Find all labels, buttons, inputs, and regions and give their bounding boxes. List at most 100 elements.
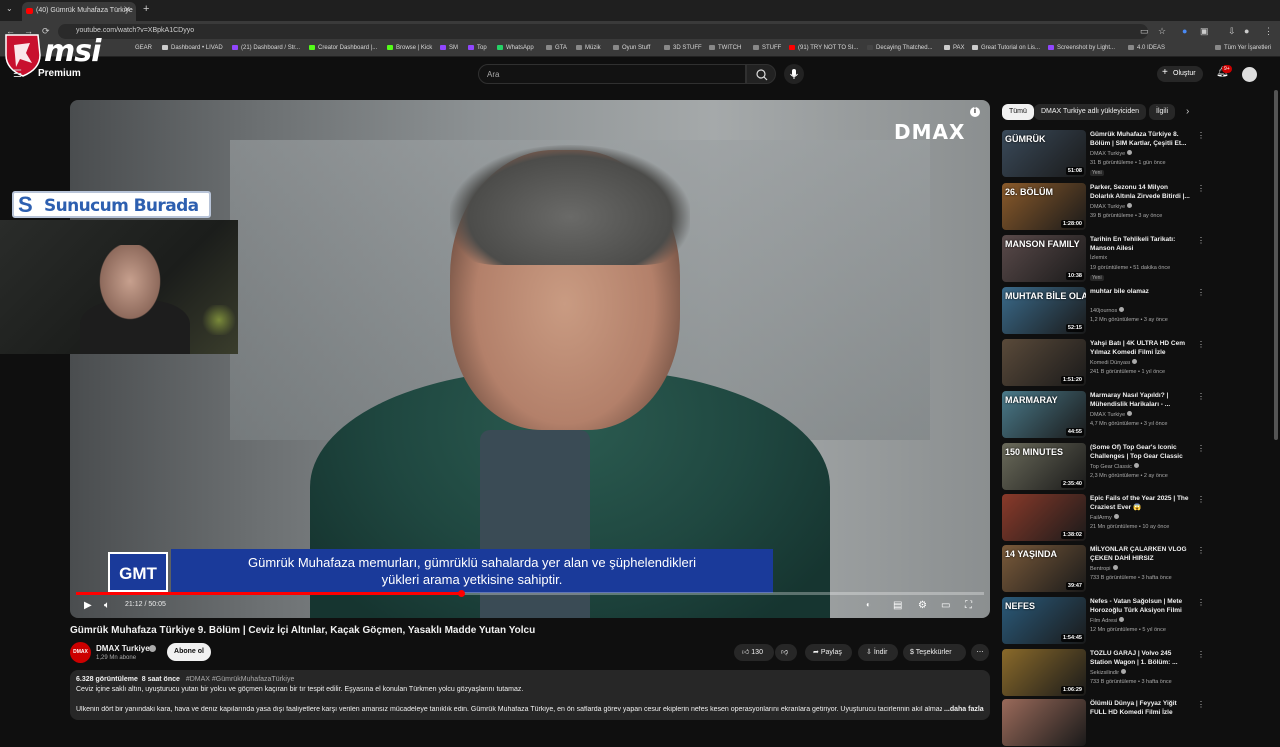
bookmark-item[interactable]: PAX — [944, 45, 965, 51]
recommendation-title[interactable]: TOZLU GARAJ | Volvo 245 Station Wagon | … — [1090, 649, 1192, 667]
more-vertical-icon[interactable]: ⋮ — [1197, 546, 1205, 555]
theater-mode-icon[interactable]: ▭ — [941, 600, 950, 611]
subscribe-button[interactable]: Abone ol — [167, 643, 211, 661]
browser-menu-icon[interactable]: ⋮ — [1264, 26, 1273, 37]
bookmark-folder[interactable]: 4.0 IDEAS — [1128, 45, 1165, 51]
scrollbar[interactable] — [1274, 90, 1278, 440]
download-button[interactable]: ⇩ İndir — [858, 644, 898, 661]
share-button[interactable]: ➦ Paylaş — [805, 644, 852, 661]
more-vertical-icon[interactable]: ⋮ — [1197, 184, 1205, 193]
recommendation-channel[interactable]: Film Adresi — [1090, 617, 1125, 624]
video-thumbnail[interactable]: GÜMRÜK 51:08 — [1002, 130, 1086, 177]
recommendation-title[interactable]: Epic Fails of the Year 2025 | The Crazie… — [1090, 494, 1192, 512]
recommendation-title[interactable]: muhtar bile olamaz — [1090, 287, 1192, 296]
video-thumbnail[interactable]: 26. BÖLÜM 1:28:00 — [1002, 183, 1086, 230]
extension-icon[interactable]: ● — [1182, 26, 1187, 36]
bookmark-star-icon[interactable]: ☆ — [1158, 26, 1166, 37]
recommendation-item[interactable]: 1:51:20 Yahşi Batı | 4K ULTRA HD Cem Yılm… — [1002, 339, 1270, 387]
recommendation-item[interactable]: 26. BÖLÜM 1:28:00 Parker, Sezonu 14 Milyon… — [1002, 183, 1270, 231]
tab-search-icon[interactable]: ⌄ — [6, 4, 13, 13]
video-thumbnail[interactable]: 150 MINUTES 2:35:40 — [1002, 443, 1086, 490]
profile-icon[interactable]: ● — [1244, 26, 1249, 36]
address-bar[interactable]: youtube.com/watch?v=XBpkA1CDyyo — [58, 24, 1148, 39]
recommendation-channel[interactable]: İzlemix — [1090, 255, 1107, 261]
bookmark-folder[interactable]: 3D STUFF — [664, 45, 702, 51]
bookmark-folder[interactable]: TWITCH — [709, 45, 741, 51]
browser-tab-active[interactable]: (40) Gümrük Muhafaza Türkiye — [22, 2, 136, 21]
thanks-button[interactable]: $ Teşekkürler — [903, 644, 966, 661]
video-thumbnail[interactable]: MARMARAY 44:55 — [1002, 391, 1086, 438]
recommendation-title[interactable]: MİLYONLAR ÇALARKEN VLOG ÇEKEN DAHİ HIRSI… — [1090, 545, 1192, 563]
progress-scrubber[interactable] — [457, 590, 465, 597]
settings-gear-icon[interactable]: ⚙ — [918, 600, 927, 611]
bookmark-item[interactable]: Browse | Kick — [387, 45, 432, 51]
recommendation-item[interactable]: GÜMRÜK 51:08 Gümrük Muhafaza Türkiye 8. Bö… — [1002, 130, 1270, 178]
video-thumbnail[interactable]: 1:38:02 — [1002, 494, 1086, 541]
search-button[interactable] — [746, 64, 776, 84]
recommendation-item[interactable]: NEFES 1:54:45 Nefes - Vatan Sağolsun | Met… — [1002, 597, 1270, 645]
bookmark-item[interactable]: Decaying Thatched... — [867, 45, 933, 51]
video-thumbnail[interactable]: 1:06:29 — [1002, 649, 1086, 696]
more-vertical-icon[interactable]: ⋮ — [1197, 392, 1205, 401]
recommendation-channel[interactable]: DMAX Turkiye — [1090, 203, 1133, 210]
recommendation-item[interactable]: MANSON FAMILY 10:38 Tarihin En Tehlikeli T… — [1002, 235, 1270, 283]
info-icon[interactable]: i — [970, 107, 980, 117]
video-player[interactable]: DMAX i GMT Gümrük Muhafaza memurları, gü… — [70, 100, 990, 618]
more-vertical-icon[interactable]: ⋮ — [1197, 495, 1205, 504]
volume-icon[interactable]: 🔈︎ — [104, 600, 110, 611]
bookmark-item[interactable]: Dashboard • LIVAD — [162, 45, 223, 51]
recommendation-item[interactable]: 150 MINUTES 2:35:40 (Some Of) Top Gear's I… — [1002, 443, 1270, 491]
new-tab-icon[interactable]: + — [143, 3, 149, 15]
bookmark-item[interactable]: (21) Dashboard / Str... — [232, 45, 300, 51]
recommendation-channel[interactable]: Sekizsilindir — [1090, 669, 1127, 676]
recommendation-title[interactable]: Parker, Sezonu 14 Milyon Dolarlık Altınl… — [1090, 183, 1192, 201]
downloads-icon[interactable]: ⇩ — [1228, 26, 1236, 37]
recommendation-item[interactable]: MUHTAR BİLE OLAMAZ 52:15 muhtar bile olama… — [1002, 287, 1270, 335]
video-thumbnail[interactable]: MANSON FAMILY 10:38 — [1002, 235, 1086, 282]
bookmark-item[interactable]: Creator Dashboard |... — [309, 45, 377, 51]
recommendation-item[interactable]: 1:38:02 Epic Fails of the Year 2025 | The… — [1002, 494, 1270, 542]
tab-close-icon[interactable]: ✕ — [124, 5, 131, 14]
all-bookmarks-folder[interactable]: Tüm Yer İşaretleri — [1215, 45, 1271, 51]
bookmark-item[interactable]: Top — [468, 45, 487, 51]
recommendation-item[interactable]: MARMARAY 44:55 Marmaray Nasıl Yapıldı? | M… — [1002, 391, 1270, 439]
bookmark-item[interactable]: (91) TRY NOT TO SI... — [789, 45, 858, 51]
recommendation-item[interactable]: 14 YAŞINDA 39:47 MİLYONLAR ÇALARKEN VLOG Ç… — [1002, 545, 1270, 593]
bookmark-folder[interactable]: Oyun Stuff — [613, 45, 650, 51]
video-thumbnail[interactable]: 1:51:20 — [1002, 339, 1086, 386]
fullscreen-icon[interactable]: ⛶ — [965, 600, 972, 611]
autoplay-toggle-icon[interactable]: ◐ — [866, 600, 871, 609]
recommendation-channel[interactable]: Komedi Dünyası — [1090, 359, 1138, 366]
chip-all[interactable]: Tümü — [1002, 104, 1034, 120]
bookmark-item[interactable]: Screenshot by Light... — [1048, 45, 1115, 51]
bookmark-item[interactable]: WhatsApp — [497, 45, 534, 51]
recommendation-channel[interactable]: 140journos — [1090, 307, 1125, 314]
more-vertical-icon[interactable]: ⋮ — [1197, 340, 1205, 349]
bookmark-folder[interactable]: STUFF — [753, 45, 781, 51]
show-more-link[interactable]: ...daha fazla — [944, 706, 984, 713]
bookmark-folder[interactable]: GTA — [546, 45, 567, 51]
recommendation-channel[interactable]: Bentropi — [1090, 565, 1118, 572]
more-vertical-icon[interactable]: ⋮ — [1197, 700, 1205, 709]
hashtags[interactable]: #DMAX #GümrükMuhafazaTürkiye — [186, 676, 295, 683]
search-input[interactable]: Ara — [478, 64, 746, 84]
recommendation-title[interactable]: Yahşi Batı | 4K ULTRA HD Cem Yılmaz Kome… — [1090, 339, 1192, 357]
recommendation-channel[interactable]: FailArmy — [1090, 514, 1119, 521]
voice-search-button[interactable] — [784, 64, 804, 84]
recommendation-title[interactable]: Tarihin En Tehlikeli Tarikatı: Manson Ai… — [1090, 235, 1192, 253]
recommendation-item[interactable]: Ölümlü Dünya | Feyyaz Yiğit FULL HD Kome… — [1002, 699, 1270, 747]
bookmark-item[interactable]: Great Tutorial on Lis... — [972, 45, 1040, 51]
video-thumbnail[interactable]: MUHTAR BİLE OLAMAZ 52:15 — [1002, 287, 1086, 334]
cast-icon[interactable]: ▭ — [1140, 26, 1149, 37]
recommendation-title[interactable]: Marmaray Nasıl Yapıldı? | Mühendislik Ha… — [1090, 391, 1192, 409]
like-button[interactable]: 👍︎ 130 — [734, 644, 774, 661]
youtube-premium-logo[interactable]: Premium — [38, 68, 81, 79]
channel-avatar[interactable]: DMAX — [70, 642, 91, 663]
progress-bar[interactable] — [76, 590, 984, 597]
guide-menu-icon[interactable]: ☰ — [13, 69, 22, 80]
bookmark-folder[interactable]: Müzik — [576, 45, 601, 51]
dislike-button[interactable]: 👎︎ — [775, 644, 797, 661]
video-thumbnail[interactable]: NEFES 1:54:45 — [1002, 597, 1086, 644]
video-thumbnail[interactable] — [1002, 699, 1086, 746]
recommendation-item[interactable]: 1:06:29 TOZLU GARAJ | Volvo 245 Station W… — [1002, 649, 1270, 697]
